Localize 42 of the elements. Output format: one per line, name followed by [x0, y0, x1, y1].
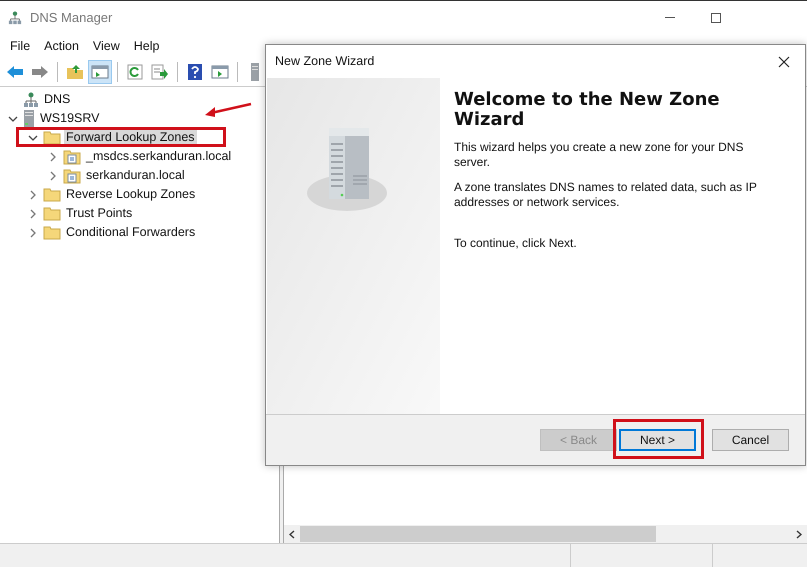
wizard-text: To continue, click Next. — [454, 235, 578, 252]
window-title: DNS Manager — [30, 9, 112, 28]
horizontal-scrollbar[interactable] — [284, 525, 807, 543]
chevron-right-icon[interactable] — [48, 170, 58, 180]
menu-item[interactable]: Help — [126, 36, 166, 56]
wizard-text: This wizard helps you create a new zone for your DNS server. — [454, 140, 744, 170]
chevron-down-icon[interactable] — [8, 114, 18, 124]
chevron-right-icon[interactable] — [48, 152, 58, 162]
server-icon — [23, 110, 35, 128]
folder-icon — [43, 130, 61, 145]
zone-folder-icon — [63, 168, 81, 184]
tree-item[interactable]: WS19SRV — [38, 110, 102, 127]
dialog-button[interactable]: Next > — [619, 429, 696, 451]
dialog-button[interactable]: Cancel — [712, 429, 789, 451]
dialog-title: New Zone Wizard — [275, 53, 374, 70]
folder-icon — [43, 225, 61, 240]
minimize-icon — [665, 17, 675, 19]
tree-item[interactable]: serkanduran.local — [84, 167, 187, 184]
menu-item[interactable]: File — [3, 36, 38, 56]
pointer-arrow — [203, 102, 253, 118]
tree-pane-icon[interactable] — [88, 60, 112, 84]
tree-item[interactable]: Trust Points — [64, 205, 134, 222]
chevron-down-icon[interactable] — [28, 132, 38, 142]
network-icon — [23, 92, 39, 108]
menu-item[interactable]: View — [86, 36, 127, 56]
wizard-heading: Welcome to the New Zone Wizard — [454, 90, 721, 130]
folder-icon — [43, 206, 61, 221]
zone-folder-icon — [63, 148, 81, 164]
menu-item[interactable]: Action — [37, 36, 86, 56]
chevron-right-icon[interactable] — [28, 190, 38, 200]
chevron-right-icon[interactable] — [28, 208, 38, 218]
network-icon — [8, 10, 22, 26]
close-icon — [778, 56, 790, 68]
tree-item[interactable]: Reverse Lookup Zones — [64, 186, 198, 203]
chevron-right-icon[interactable] — [28, 228, 38, 238]
tree-item[interactable]: Conditional Forwarders — [64, 224, 198, 241]
folder-icon — [43, 187, 61, 202]
tree-item[interactable]: _msdcs.serkanduran.local — [84, 148, 234, 165]
tree-item[interactable]: DNS — [42, 91, 72, 108]
wizard-text: A zone translates DNS names to related data, such as IP addresses or network services. — [454, 180, 758, 210]
maximize-icon — [711, 13, 721, 23]
scrollbar-thumb[interactable] — [300, 526, 656, 542]
